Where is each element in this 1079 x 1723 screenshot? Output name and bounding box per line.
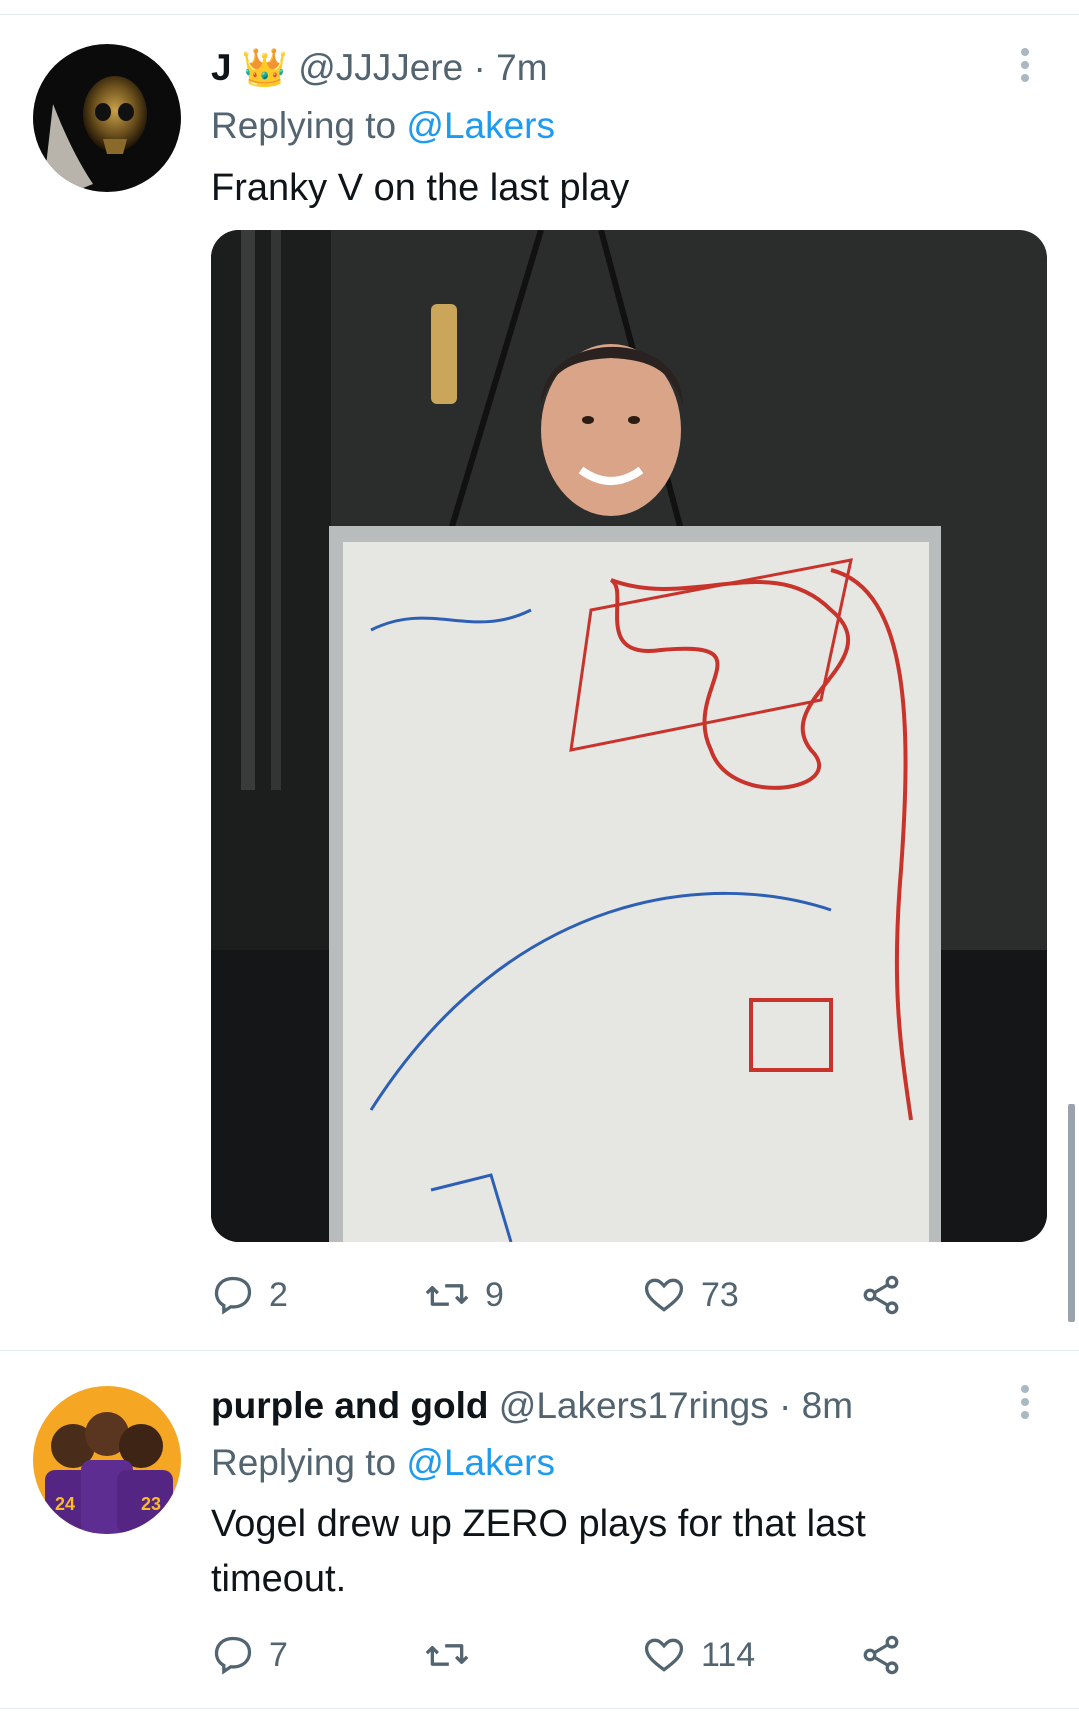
reply-icon (214, 1636, 252, 1675)
share-icon (863, 1635, 899, 1675)
svg-text:23: 23 (141, 1494, 161, 1514)
retweet-count: 9 (485, 1275, 504, 1314)
like-count: 73 (701, 1275, 739, 1314)
tweet-header: J 👑 @JJJJere · 7m (211, 46, 548, 90)
whiteboard-photo-icon (211, 230, 1047, 1242)
tweet-media[interactable] (211, 230, 1047, 1242)
mention-link[interactable]: @Lakers (406, 1442, 555, 1483)
tweet-text: Vogel drew up ZERO plays for that last t… (211, 1503, 866, 1600)
tweet-actions: 2 9 73 (211, 1270, 1031, 1320)
retweet-button[interactable]: 9 (423, 1270, 504, 1320)
reply-count: 2 (269, 1275, 288, 1314)
tweet-text: Franky V on the last play (211, 167, 630, 209)
replying-to: Replying to @Lakers (211, 104, 555, 148)
display-name[interactable]: purple and gold (211, 1385, 488, 1426)
share-icon (863, 1275, 899, 1315)
share-button[interactable] (859, 1630, 903, 1680)
like-icon (644, 1638, 684, 1672)
top-divider (0, 14, 1079, 15)
tweet-divider (0, 1708, 1079, 1709)
like-button[interactable]: 114 (641, 1630, 755, 1680)
mention-link[interactable]: @Lakers (406, 105, 555, 146)
replying-to-label: Replying to (211, 105, 397, 146)
tweet-actions: 7 114 (211, 1630, 1031, 1680)
scrollbar[interactable] (1068, 1104, 1075, 1322)
avatar[interactable] (33, 44, 181, 192)
like-button[interactable]: 73 (641, 1270, 739, 1320)
reply-button[interactable]: 7 (211, 1630, 288, 1680)
reply-button[interactable]: 2 (211, 1270, 288, 1320)
more-options-icon[interactable] (1015, 1381, 1035, 1421)
user-handle[interactable]: @Lakers17rings (499, 1385, 769, 1426)
timestamp[interactable]: 8m (802, 1385, 853, 1426)
share-button[interactable] (859, 1270, 903, 1320)
timestamp[interactable]: 7m (496, 47, 547, 88)
crown-emoji: 👑 (241, 47, 288, 88)
user-handle[interactable]: @JJJJere (298, 47, 463, 88)
more-options-icon[interactable] (1015, 44, 1035, 84)
replying-to-label: Replying to (211, 1442, 397, 1483)
separator-dot: · (473, 47, 486, 88)
golden-skull-avatar-icon (33, 44, 181, 192)
replying-to: Replying to @Lakers (211, 1441, 555, 1485)
like-count: 114 (701, 1635, 756, 1674)
retweet-icon (425, 1284, 469, 1306)
display-name[interactable]: J (211, 47, 232, 88)
tweet-header: purple and gold @Lakers17rings · 8m (211, 1384, 853, 1428)
retweet-button[interactable] (423, 1630, 485, 1680)
lakers-players-avatar-icon: 24 23 (33, 1386, 181, 1534)
retweet-icon (425, 1644, 469, 1666)
tweet-divider (0, 1350, 1079, 1351)
svg-text:24: 24 (55, 1494, 75, 1514)
avatar[interactable]: 24 23 (33, 1386, 181, 1534)
reply-count: 7 (269, 1635, 288, 1674)
separator-dot: · (779, 1385, 792, 1426)
reply-icon (214, 1276, 252, 1315)
like-icon (644, 1278, 684, 1312)
